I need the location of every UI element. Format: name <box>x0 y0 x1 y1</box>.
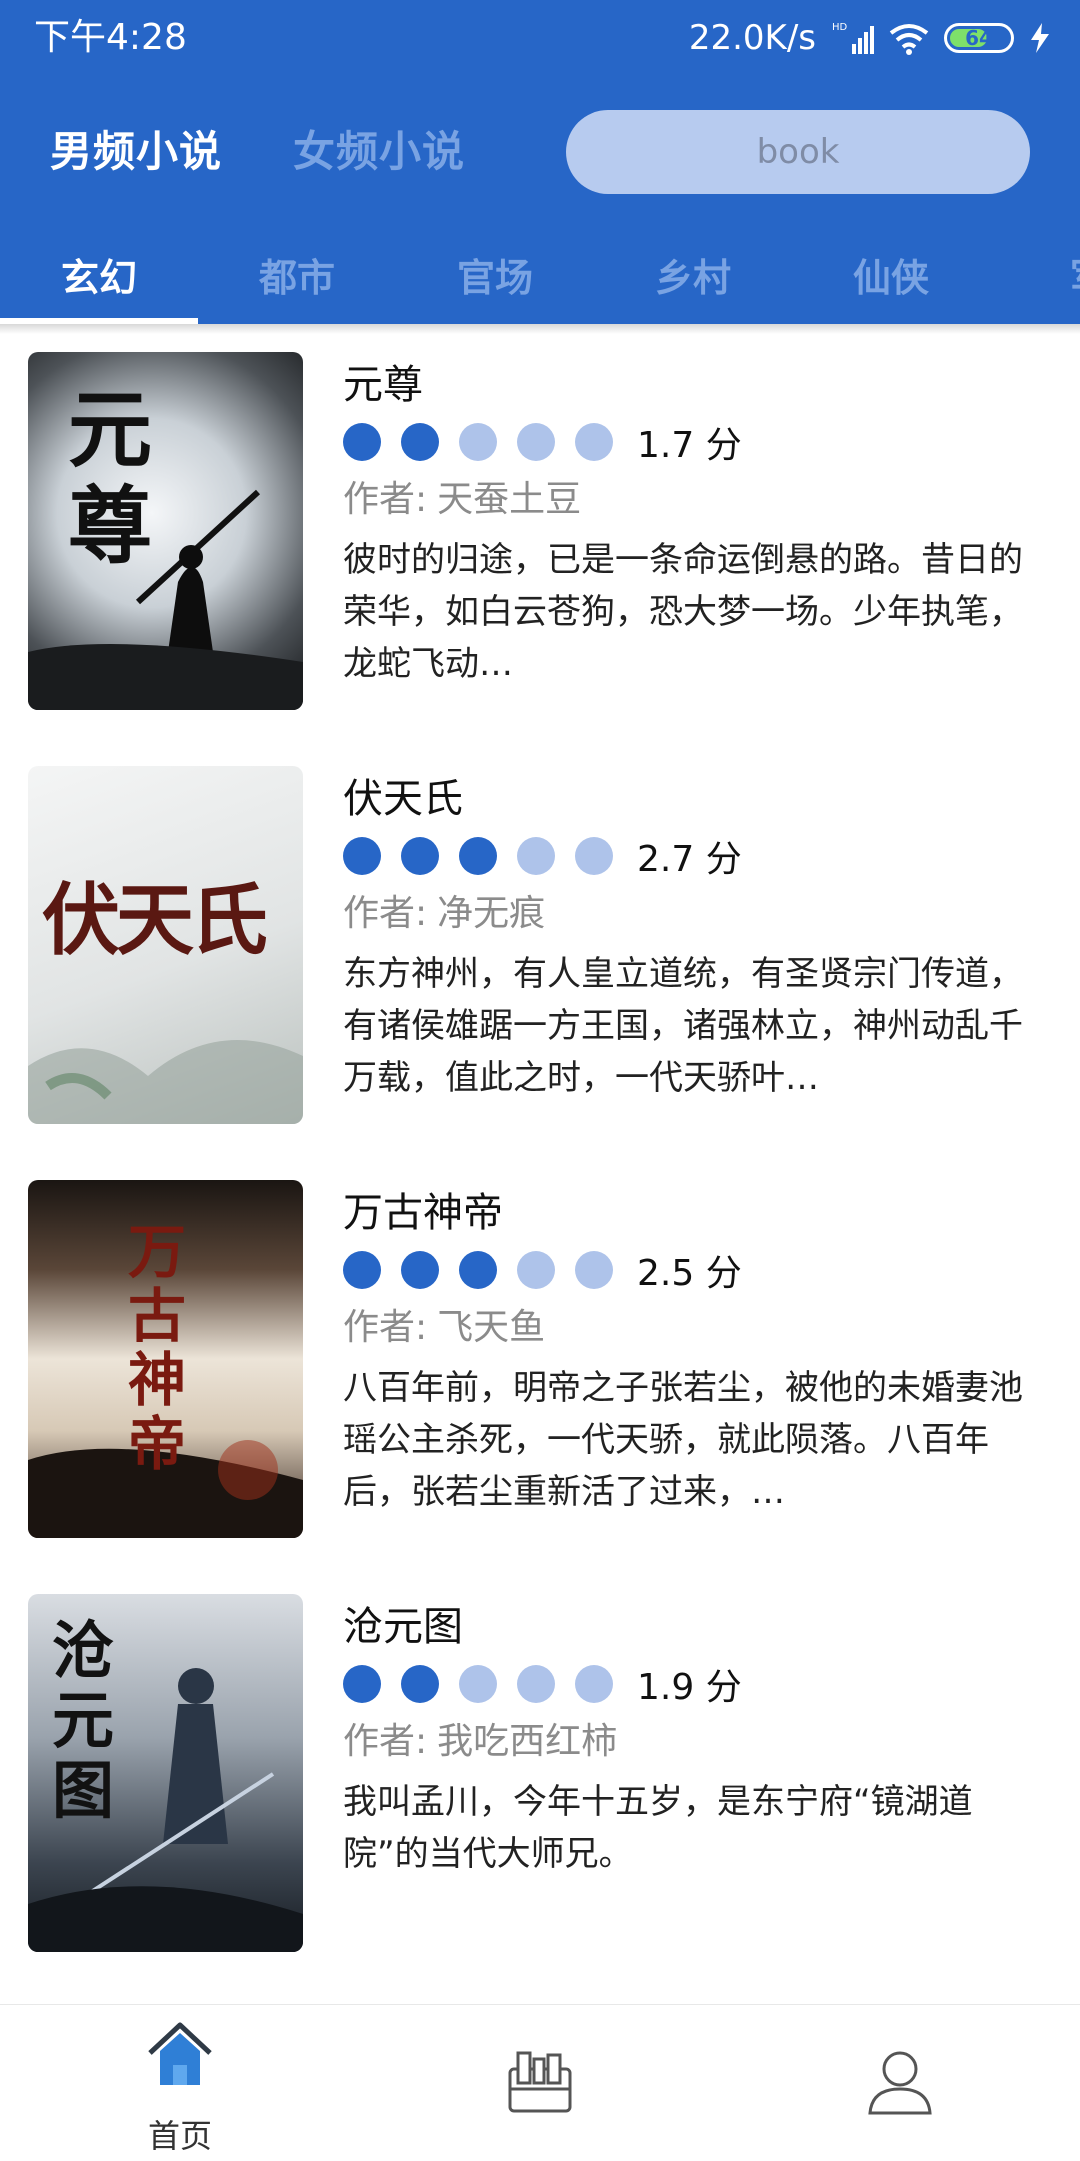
rating-score: 1.7 分 <box>637 425 742 466</box>
category-tabs: 玄幻 都市 官场 乡村 仙侠 军 <box>0 244 1080 324</box>
nav-profile[interactable] <box>720 2005 1080 2161</box>
rating: 2.5 分 <box>343 1250 742 1294</box>
rating-dot <box>459 1251 497 1289</box>
home-icon <box>144 2019 216 2095</box>
rating-dot <box>401 423 439 461</box>
tab-male-novels[interactable]: 男频小说 <box>50 124 222 180</box>
rating-dot <box>517 1665 555 1703</box>
author-name: 净无痕 <box>437 893 546 934</box>
battery-icon: 64 <box>944 23 1014 53</box>
rating-dot <box>517 837 555 875</box>
rating-dot <box>343 1251 381 1289</box>
bookshelf-icon <box>504 2045 576 2121</box>
book-description: 东方神州，有人皇立道统，有圣贤宗门传道，有诸侯雄踞一方王国，诸强林立，神州动乱千… <box>343 954 1023 1098</box>
tab-xuanhuan[interactable]: 玄幻 <box>0 244 198 324</box>
rating-dot <box>575 1665 613 1703</box>
rating-score: 2.7 分 <box>637 839 742 880</box>
rating-dot <box>401 1251 439 1289</box>
status-bar: 下午4:28 22.0K/s HD 64 <box>0 0 1080 76</box>
rating-dot <box>343 423 381 461</box>
book-cover[interactable]: 万古神帝 <box>28 1180 303 1538</box>
cover-title: 万古神帝 <box>128 1218 187 1478</box>
tab-junshi[interactable]: 军 <box>990 244 1080 324</box>
svg-text:HD: HD <box>832 22 848 33</box>
author-label: 作者: <box>343 893 428 934</box>
book-cover[interactable]: 沧元图 <box>28 1594 303 1952</box>
rating-dot <box>459 1665 497 1703</box>
rating-dot <box>459 423 497 461</box>
author-name: 飞天鱼 <box>437 1307 546 1348</box>
rating-dot <box>343 1665 381 1703</box>
charging-icon <box>1028 21 1052 55</box>
book-cover[interactable]: 伏天氏 <box>28 766 303 1124</box>
book-item[interactable]: 万古神帝 万古神帝 2.5 分 作者: 飞天鱼 八百年前，明帝之子张若尘，被他的未… <box>0 1158 1080 1572</box>
signal-icon: HD <box>830 20 874 56</box>
rating-score: 1.9 分 <box>637 1667 742 1708</box>
nav-home-label: 首页 <box>147 2117 212 2155</box>
rating-dot <box>401 837 439 875</box>
nav-home[interactable]: 首页 <box>0 2005 360 2161</box>
tab-xiangcun[interactable]: 乡村 <box>594 244 792 324</box>
rating-dot <box>575 837 613 875</box>
book-title[interactable]: 元尊 <box>343 360 423 410</box>
book-description: 我叫孟川，今年十五岁，是东宁府“镜湖道院”的当代大师兄。 <box>343 1782 973 1874</box>
book-item[interactable]: 沧元图 沧元图 1.9 分 作者: 我吃西红柿 我叫孟川，今年十五岁，是东宁府“镜… <box>0 1572 1080 1986</box>
status-indicators: 22.0K/s HD 64 <box>689 16 1052 60</box>
rating-dot <box>343 837 381 875</box>
status-time: 下午4:28 <box>34 17 187 58</box>
nav-bookshelf[interactable] <box>360 2005 720 2161</box>
tab-guanchang[interactable]: 官场 <box>396 244 594 324</box>
tab-dushi[interactable]: 都市 <box>198 244 396 324</box>
tab-female-novels[interactable]: 女频小说 <box>293 124 465 180</box>
search-input[interactable]: book <box>566 110 1030 194</box>
author-name: 我吃西红柿 <box>437 1721 618 1762</box>
book-title[interactable]: 沧元图 <box>343 1602 463 1652</box>
book-cover[interactable]: 元尊 <box>28 352 303 710</box>
author-label: 作者: <box>343 1307 428 1348</box>
battery-percent: 64 <box>965 26 993 50</box>
bottom-navigation: 首页 <box>0 2004 1080 2161</box>
book-description: 八百年前，明帝之子张若尘，被他的未婚妻池瑶公主杀死，一代天骄，就此陨落。八百年后… <box>343 1368 1023 1512</box>
network-speed: 22.0K/s <box>688 18 816 58</box>
rating-dot <box>517 423 555 461</box>
book-item[interactable]: 元尊 元尊 1.7 分 作者: 天蚕土豆 彼时的归途，已是一条命运倒悬的路。昔日的… <box>0 330 1080 744</box>
rating-score: 2.5 分 <box>637 1253 742 1294</box>
author-label: 作者: <box>343 1721 428 1762</box>
rating-dot <box>401 1665 439 1703</box>
rating: 1.7 分 <box>343 422 742 466</box>
cover-title: 元尊 <box>68 380 153 575</box>
rating-dot <box>459 837 497 875</box>
book-item[interactable]: 伏天氏 伏天氏 2.7 分 作者: 净无痕 东方神州，有人皇立道统，有圣贤宗门传道… <box>0 744 1080 1158</box>
profile-icon <box>864 2045 936 2121</box>
rating-dot <box>575 423 613 461</box>
book-title[interactable]: 伏天氏 <box>343 774 463 824</box>
author-label: 作者: <box>343 479 428 520</box>
book-description: 彼时的归途，已是一条命运倒悬的路。昔日的荣华，如白云苍狗，恐大梦一场。少年执笔，… <box>343 540 1023 684</box>
rating: 2.7 分 <box>343 836 742 880</box>
rating: 1.9 分 <box>343 1664 742 1708</box>
book-author: 作者: 净无痕 <box>343 890 545 938</box>
rating-dot <box>575 1251 613 1289</box>
book-title[interactable]: 万古神帝 <box>343 1188 503 1238</box>
book-author: 作者: 天蚕土豆 <box>343 476 581 524</box>
wifi-icon <box>888 21 930 55</box>
rating-dot <box>517 1251 555 1289</box>
book-author: 作者: 飞天鱼 <box>343 1304 545 1352</box>
tab-xianxia[interactable]: 仙侠 <box>792 244 990 324</box>
author-name: 天蚕土豆 <box>437 479 582 520</box>
cover-title: 沧元图 <box>52 1614 115 1827</box>
app-header: 下午4:28 22.0K/s HD 64 男频小说 女频小说 book 玄幻 都… <box>0 0 1080 324</box>
book-author: 作者: 我吃西红柿 <box>343 1718 617 1766</box>
cover-title: 伏天氏 <box>42 875 268 966</box>
